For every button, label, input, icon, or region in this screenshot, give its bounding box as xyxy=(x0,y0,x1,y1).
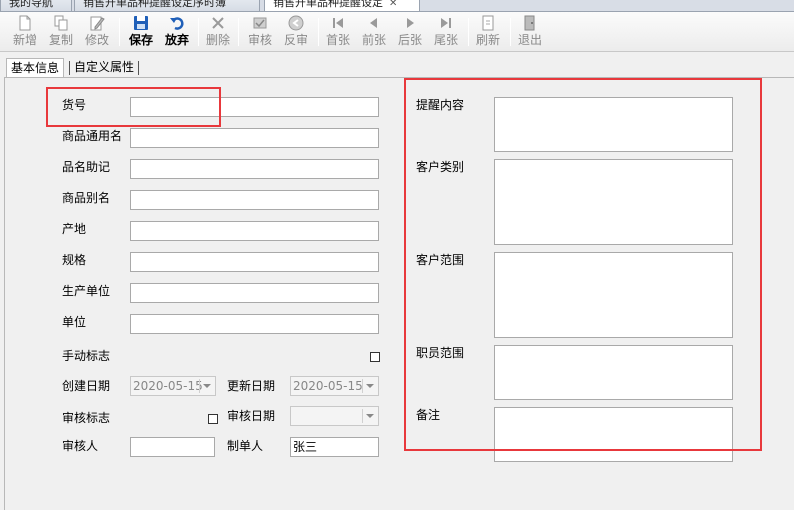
new-document-icon xyxy=(19,15,31,31)
previous-record-button[interactable]: 前张 xyxy=(357,14,391,50)
panel-border xyxy=(4,77,5,510)
button-label: 放弃 xyxy=(164,33,189,47)
auditor-input[interactable] xyxy=(130,437,215,457)
audit-date-picker[interactable] xyxy=(290,406,379,426)
button-label: 尾张 xyxy=(433,33,458,47)
first-icon xyxy=(333,18,343,28)
next-icon xyxy=(407,18,414,28)
tab-label: 销售开单品种提醒设定序时簿 xyxy=(83,0,226,9)
unaudit-circle-icon xyxy=(288,15,304,31)
tab-custom-attributes[interactable]: 自定义属性 xyxy=(70,58,138,78)
manufacturer-input[interactable] xyxy=(130,283,379,303)
dropdown-arrow-icon[interactable] xyxy=(362,409,376,423)
save-button[interactable]: 保存 xyxy=(124,14,158,50)
tab-my-navigation[interactable]: 我的导航 xyxy=(0,0,72,11)
origin-label: 产地 xyxy=(62,222,87,236)
exit-door-icon xyxy=(524,15,535,31)
created-date-value: 2020-05-15 xyxy=(133,379,203,393)
floppy-disk-icon xyxy=(134,16,148,30)
button-label: 删除 xyxy=(205,33,230,47)
manufacturer-label: 生产单位 xyxy=(62,284,111,298)
copy-button[interactable]: 复制 xyxy=(44,14,78,50)
toolbar-separator xyxy=(119,18,120,46)
audit-flag-label: 审核标志 xyxy=(62,411,111,425)
highlight-box-right-panel xyxy=(404,78,762,451)
mnemonic-label: 品名助记 xyxy=(62,160,111,174)
audit-button[interactable]: 审核 xyxy=(243,14,277,50)
button-label: 复制 xyxy=(48,33,73,47)
button-label: 后张 xyxy=(397,33,422,47)
spec-input[interactable] xyxy=(130,252,379,272)
button-label: 首张 xyxy=(325,33,350,47)
toolbar-separator xyxy=(198,18,199,46)
exit-button[interactable]: 退出 xyxy=(513,14,547,50)
delete-x-icon xyxy=(212,17,224,29)
audit-date-label: 审核日期 xyxy=(227,409,276,423)
tab-label: 基本信息 xyxy=(11,61,60,75)
close-icon[interactable]: ✕ xyxy=(389,0,397,11)
button-label: 退出 xyxy=(517,33,542,47)
updated-date-label: 更新日期 xyxy=(227,379,276,393)
button-label: 保存 xyxy=(128,33,153,47)
dropdown-arrow-icon[interactable] xyxy=(199,379,213,393)
undo-icon xyxy=(170,17,184,30)
auditor-label: 审核人 xyxy=(62,439,99,453)
toolbar-separator xyxy=(238,18,239,46)
created-date-label: 创建日期 xyxy=(62,379,111,393)
refresh-button[interactable]: 刷新 xyxy=(471,14,505,50)
unit-input[interactable] xyxy=(130,314,379,334)
button-label: 审核 xyxy=(247,33,272,47)
button-label: 新增 xyxy=(12,33,37,47)
audit-stamp-icon xyxy=(253,17,267,29)
edit-icon xyxy=(90,16,105,31)
creator-label: 制单人 xyxy=(227,439,264,453)
toolbar-separator xyxy=(510,18,511,46)
toolbar-separator xyxy=(468,18,469,46)
tab-label: 我的导航 xyxy=(9,0,53,9)
unit-label: 单位 xyxy=(62,315,87,329)
button-label: 前张 xyxy=(361,33,386,47)
alias-input[interactable] xyxy=(130,190,379,210)
unaudit-button[interactable]: 反审 xyxy=(279,14,313,50)
first-record-button[interactable]: 首张 xyxy=(321,14,355,50)
last-record-button[interactable]: 尾张 xyxy=(429,14,463,50)
toolbar: 新增 复制 修改 保存 放弃 删除 审核 反审 首张 前张 后张 尾张 刷新 退… xyxy=(0,12,794,52)
next-record-button[interactable]: 后张 xyxy=(393,14,427,50)
tab-reminder-settings[interactable]: 销售开单品种提醒设定 ✕ xyxy=(264,0,420,11)
last-icon xyxy=(441,18,451,28)
audit-flag-checkbox[interactable] xyxy=(208,414,218,424)
creator-input[interactable]: 张三 xyxy=(290,437,379,457)
button-label: 刷新 xyxy=(475,33,500,47)
tab-basic-info[interactable]: 基本信息 xyxy=(6,58,65,78)
tab-label: 销售开单品种提醒设定 xyxy=(273,0,383,9)
generic-name-label: 商品通用名 xyxy=(62,129,123,143)
generic-name-input[interactable] xyxy=(130,128,379,148)
origin-input[interactable] xyxy=(130,221,379,241)
document-tab-strip: 我的导航 销售开单品种提醒设定序时簿 销售开单品种提醒设定 ✕ xyxy=(0,0,794,12)
modify-button[interactable]: 修改 xyxy=(80,14,114,50)
refresh-icon xyxy=(482,15,494,31)
manual-flag-checkbox[interactable] xyxy=(370,352,380,362)
copy-icon xyxy=(54,15,68,31)
toolbar-separator xyxy=(318,18,319,46)
button-label: 修改 xyxy=(84,33,109,47)
mnemonic-input[interactable] xyxy=(130,159,379,179)
new-button[interactable]: 新增 xyxy=(8,14,42,50)
alias-label: 商品别名 xyxy=(62,191,111,205)
dropdown-arrow-icon[interactable] xyxy=(362,379,376,393)
tab-reminder-list[interactable]: 销售开单品种提醒设定序时簿 xyxy=(74,0,260,11)
created-date-picker[interactable]: 2020-05-15 xyxy=(130,376,216,396)
updated-date-value: 2020-05-15 xyxy=(293,379,363,393)
highlight-box-item-no xyxy=(46,87,221,127)
previous-icon xyxy=(370,18,377,28)
discard-button[interactable]: 放弃 xyxy=(160,14,194,50)
updated-date-picker[interactable]: 2020-05-15 xyxy=(290,376,379,396)
tab-separator xyxy=(138,61,139,75)
button-label: 反审 xyxy=(283,33,308,47)
manual-flag-label: 手动标志 xyxy=(62,349,111,363)
delete-button[interactable]: 删除 xyxy=(201,14,235,50)
spec-label: 规格 xyxy=(62,253,87,267)
tab-label: 自定义属性 xyxy=(74,60,135,74)
